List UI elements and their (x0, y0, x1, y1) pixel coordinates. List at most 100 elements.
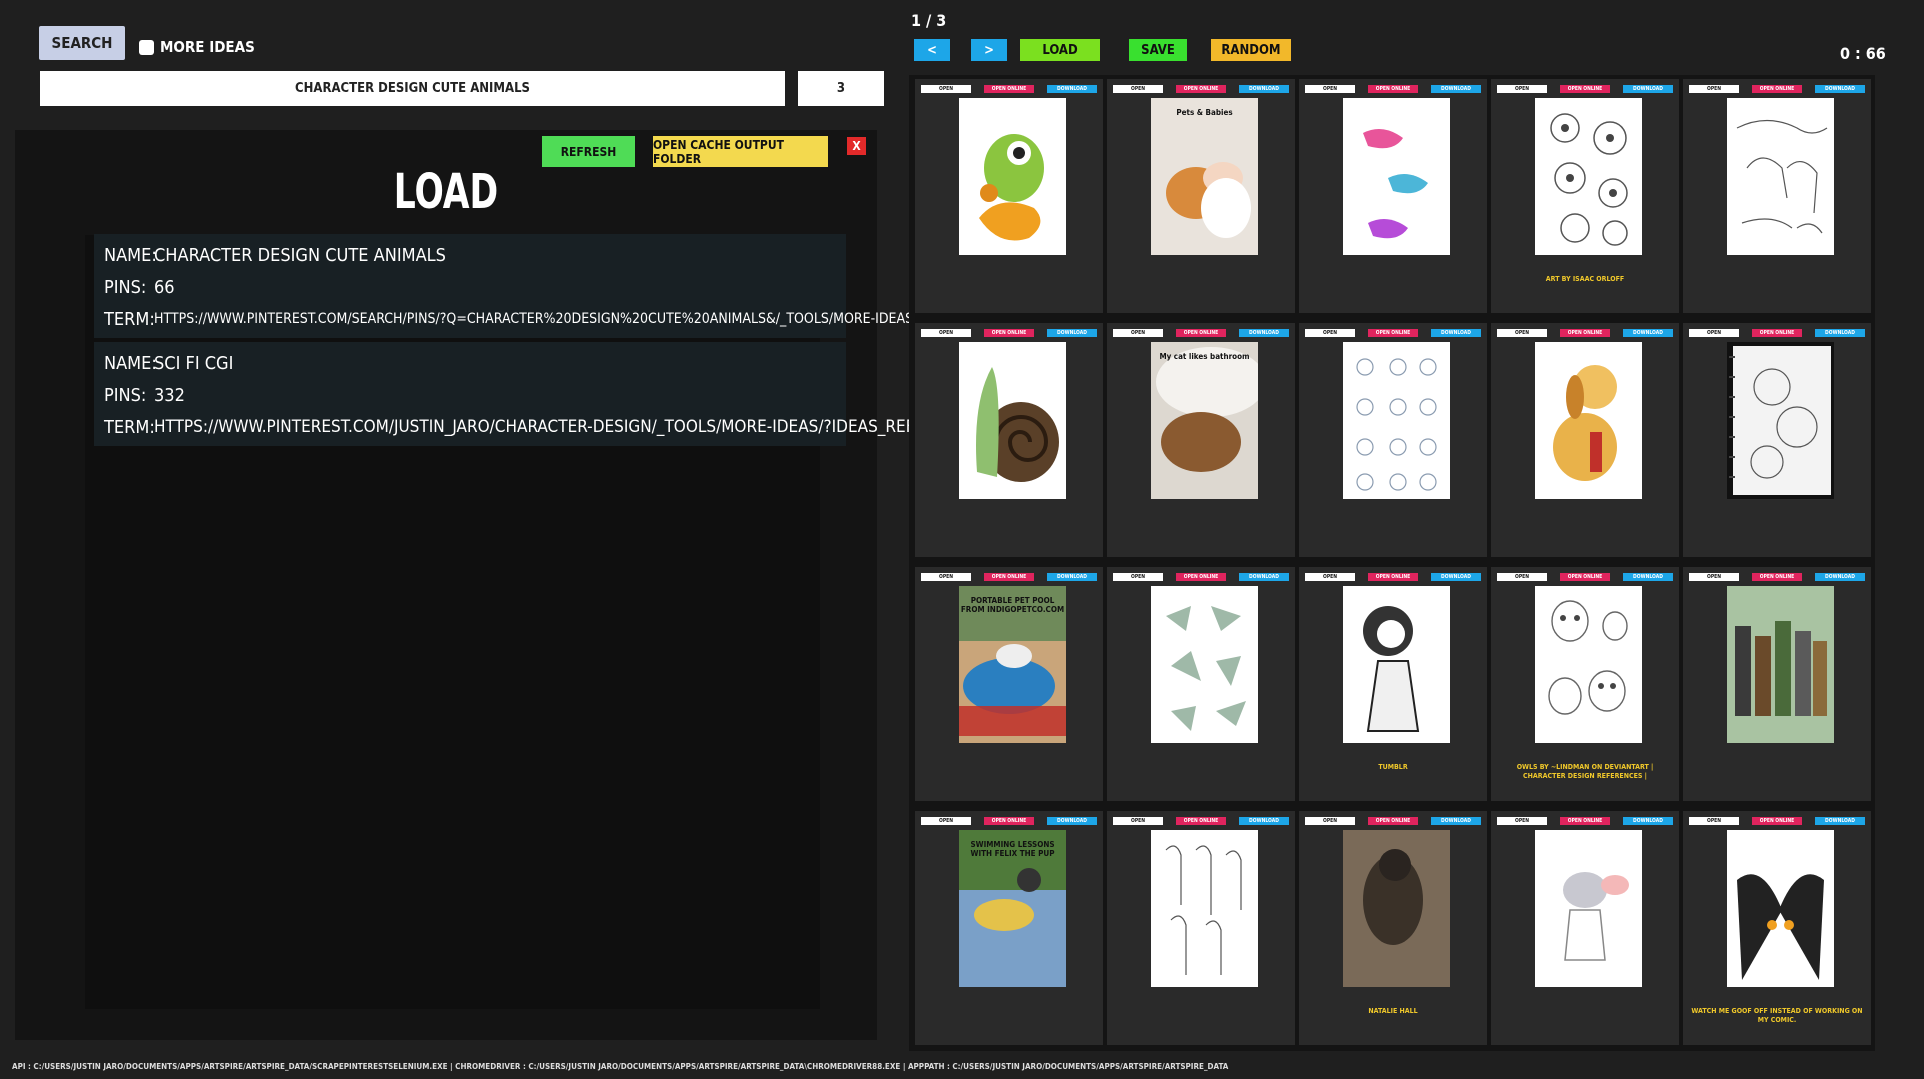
open-online-button[interactable]: OPEN ONLINE (1368, 85, 1418, 93)
download-button[interactable]: DOWNLOAD (1431, 817, 1481, 825)
open-button[interactable]: OPEN (921, 85, 971, 93)
download-button[interactable]: DOWNLOAD (1431, 85, 1481, 93)
download-button[interactable]: DOWNLOAD (1047, 85, 1097, 93)
pin-thumbnail[interactable] (1727, 342, 1834, 499)
pin-thumbnail[interactable] (959, 342, 1066, 499)
open-online-button[interactable]: OPEN ONLINE (1176, 573, 1226, 581)
pin-thumbnail[interactable] (1343, 586, 1450, 743)
next-page-button[interactable]: > (971, 39, 1007, 61)
open-online-button[interactable]: OPEN ONLINE (984, 817, 1034, 825)
pin-thumbnail[interactable]: SWIMMING LESSONS WITH FELIX THE PUP (959, 830, 1066, 987)
open-online-button[interactable]: OPEN ONLINE (1560, 817, 1610, 825)
download-button[interactable]: DOWNLOAD (1239, 573, 1289, 581)
status-footer: API : C:/USERS/JUSTIN JARO/DOCUMENTS/APP… (12, 1062, 1229, 1071)
open-button[interactable]: OPEN (1305, 329, 1355, 337)
open-button[interactable]: OPEN (1689, 85, 1739, 93)
pin-thumbnail[interactable] (1343, 98, 1450, 255)
open-button[interactable]: OPEN (1305, 817, 1355, 825)
open-button[interactable]: OPEN (921, 817, 971, 825)
open-button[interactable]: OPEN (1113, 573, 1163, 581)
open-online-button[interactable]: OPEN ONLINE (1176, 817, 1226, 825)
open-online-button[interactable]: OPEN ONLINE (1752, 85, 1802, 93)
open-button[interactable]: OPEN (1113, 85, 1163, 93)
open-button[interactable]: OPEN (921, 329, 971, 337)
card-button-row: OPEN OPEN ONLINE DOWNLOAD (1689, 573, 1865, 581)
open-online-button[interactable]: OPEN ONLINE (984, 573, 1034, 581)
saved-search-entry[interactable]: NAME: SCI FI CGI PINS: 332 TERM: HTTPS://WW… (94, 342, 988, 446)
download-button[interactable]: DOWNLOAD (1431, 329, 1481, 337)
pin-thumbnail[interactable] (1343, 342, 1450, 499)
open-online-button[interactable]: OPEN ONLINE (984, 329, 1034, 337)
more-ideas-checkbox[interactable] (139, 39, 154, 55)
pin-card: OPEN OPEN ONLINE DOWNLOAD (1683, 323, 1871, 557)
open-online-button[interactable]: OPEN ONLINE (1368, 329, 1418, 337)
download-button[interactable]: DOWNLOAD (1239, 817, 1289, 825)
open-online-button[interactable]: OPEN ONLINE (1560, 573, 1610, 581)
open-online-button[interactable]: OPEN ONLINE (1560, 329, 1610, 337)
open-button[interactable]: OPEN (1689, 329, 1739, 337)
open-online-button[interactable]: OPEN ONLINE (1176, 85, 1226, 93)
open-button[interactable]: OPEN (1689, 573, 1739, 581)
open-button[interactable]: OPEN (1113, 329, 1163, 337)
download-button[interactable]: DOWNLOAD (1047, 329, 1097, 337)
download-button[interactable]: DOWNLOAD (1815, 573, 1865, 581)
download-button[interactable]: DOWNLOAD (1047, 817, 1097, 825)
pin-thumbnail[interactable] (1535, 830, 1642, 987)
download-button[interactable]: DOWNLOAD (1815, 85, 1865, 93)
open-online-button[interactable]: OPEN ONLINE (1752, 573, 1802, 581)
pin-thumbnail[interactable] (1727, 98, 1834, 255)
download-button[interactable]: DOWNLOAD (1815, 817, 1865, 825)
download-button[interactable]: DOWNLOAD (1815, 329, 1865, 337)
open-online-button[interactable]: OPEN ONLINE (1368, 817, 1418, 825)
download-button[interactable]: DOWNLOAD (1047, 573, 1097, 581)
open-button[interactable]: OPEN (1689, 817, 1739, 825)
pin-thumbnail[interactable] (1535, 342, 1642, 499)
pin-card: OPEN OPEN ONLINE DOWNLOAD Pets & Babies (1107, 79, 1295, 313)
open-online-button[interactable]: OPEN ONLINE (1368, 573, 1418, 581)
download-button[interactable]: DOWNLOAD (1239, 85, 1289, 93)
pin-thumbnail[interactable] (959, 98, 1066, 255)
open-button[interactable]: OPEN (1497, 573, 1547, 581)
search-button[interactable]: SEARCH (39, 26, 125, 60)
download-button[interactable]: DOWNLOAD (1623, 573, 1673, 581)
pin-thumbnail[interactable] (1535, 98, 1642, 255)
saved-search-entry[interactable]: NAME: CHARACTER DESIGN CUTE ANIMALS PINS:… (94, 234, 1053, 338)
open-button[interactable]: OPEN (1497, 85, 1547, 93)
pin-thumbnail[interactable] (1151, 586, 1258, 743)
download-button[interactable]: DOWNLOAD (1623, 329, 1673, 337)
open-button[interactable]: OPEN (921, 573, 971, 581)
save-button[interactable]: SAVE (1129, 39, 1187, 61)
pin-thumbnail[interactable]: My cat likes bathroom (1151, 342, 1258, 499)
open-online-button[interactable]: OPEN ONLINE (1752, 817, 1802, 825)
more-ideas-toggle[interactable]: MORE IDEAS (139, 38, 255, 56)
prev-page-button[interactable]: < (914, 39, 950, 61)
open-online-button[interactable]: OPEN ONLINE (1176, 329, 1226, 337)
open-online-button[interactable]: OPEN ONLINE (1560, 85, 1610, 93)
open-button[interactable]: OPEN (1497, 817, 1547, 825)
pin-thumbnail[interactable] (1727, 586, 1834, 743)
load-button[interactable]: LOAD (1020, 39, 1100, 61)
pages-input[interactable] (798, 71, 884, 106)
fish-sketches-image (1535, 98, 1642, 255)
refresh-button[interactable]: REFRESH (542, 136, 635, 167)
download-button[interactable]: DOWNLOAD (1623, 85, 1673, 93)
pin-thumbnail[interactable] (1535, 586, 1642, 743)
open-button[interactable]: OPEN (1305, 85, 1355, 93)
open-cache-folder-button[interactable]: OPEN CACHE OUTPUT FOLDER (653, 136, 828, 167)
download-button[interactable]: DOWNLOAD (1431, 573, 1481, 581)
random-button[interactable]: RANDOM (1211, 39, 1291, 61)
open-online-button[interactable]: OPEN ONLINE (1752, 329, 1802, 337)
pin-thumbnail[interactable] (1343, 830, 1450, 987)
open-button[interactable]: OPEN (1113, 817, 1163, 825)
search-input[interactable] (40, 71, 785, 106)
download-button[interactable]: DOWNLOAD (1623, 817, 1673, 825)
pin-thumbnail[interactable] (1727, 830, 1834, 987)
pin-thumbnail[interactable]: PORTABLE PET POOL FROM INDIGOPETCO.COM (959, 586, 1066, 743)
open-button[interactable]: OPEN (1305, 573, 1355, 581)
pin-thumbnail[interactable]: Pets & Babies (1151, 98, 1258, 255)
pin-thumbnail[interactable] (1151, 830, 1258, 987)
download-button[interactable]: DOWNLOAD (1239, 329, 1289, 337)
open-online-button[interactable]: OPEN ONLINE (984, 85, 1034, 93)
open-button[interactable]: OPEN (1497, 329, 1547, 337)
close-button[interactable]: X (847, 137, 866, 155)
